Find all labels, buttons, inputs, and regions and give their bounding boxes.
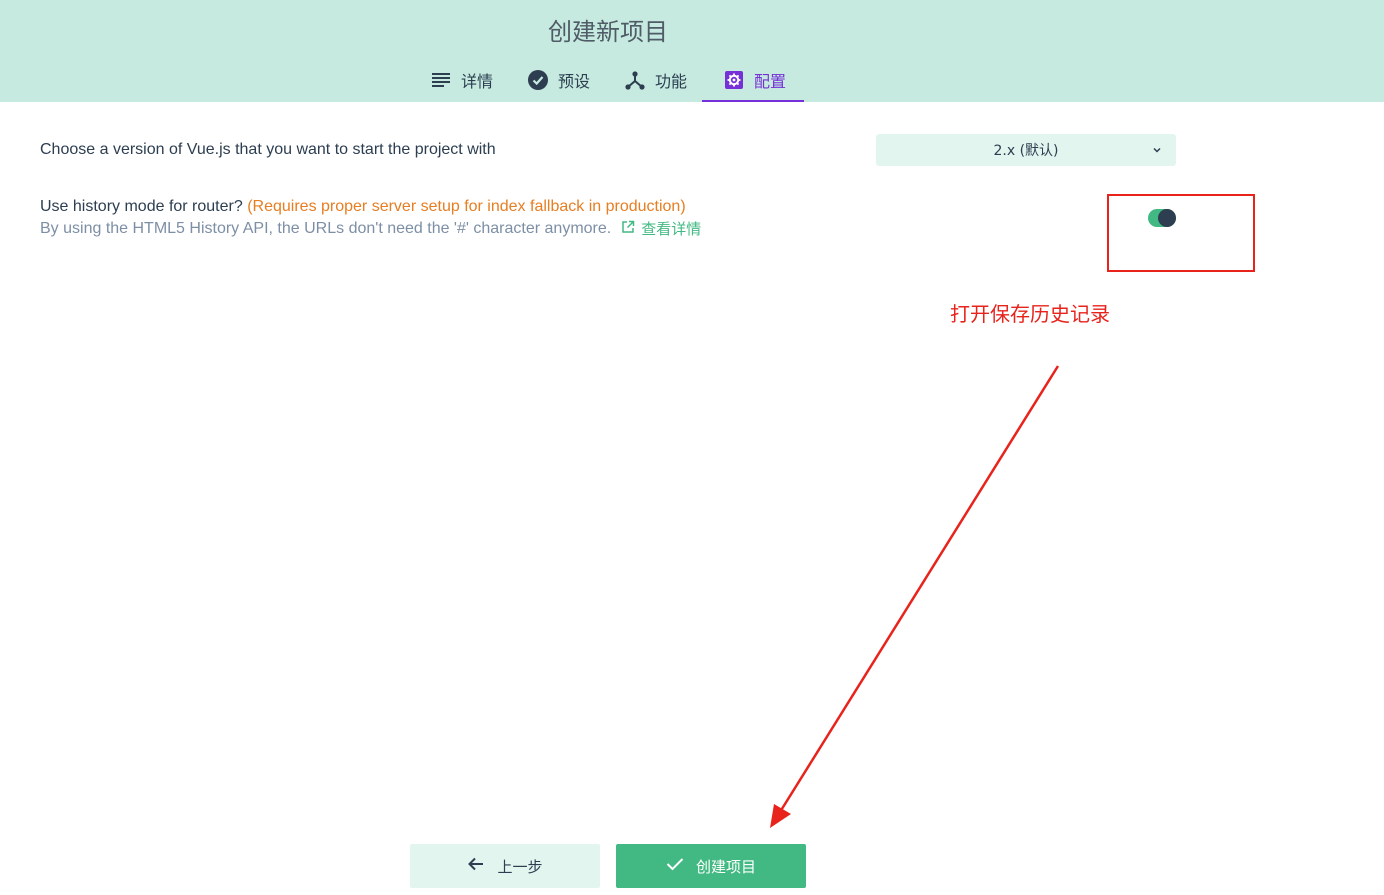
previous-step-button[interactable]: 上一步 — [410, 844, 600, 888]
create-project-label: 创建项目 — [695, 857, 756, 876]
check-icon — [666, 857, 684, 875]
arrow-left-icon — [467, 856, 485, 876]
create-project-button[interactable]: 创建项目 — [616, 844, 806, 888]
annotation-arrow — [770, 365, 1060, 828]
previous-step-label: 上一步 — [497, 857, 543, 876]
